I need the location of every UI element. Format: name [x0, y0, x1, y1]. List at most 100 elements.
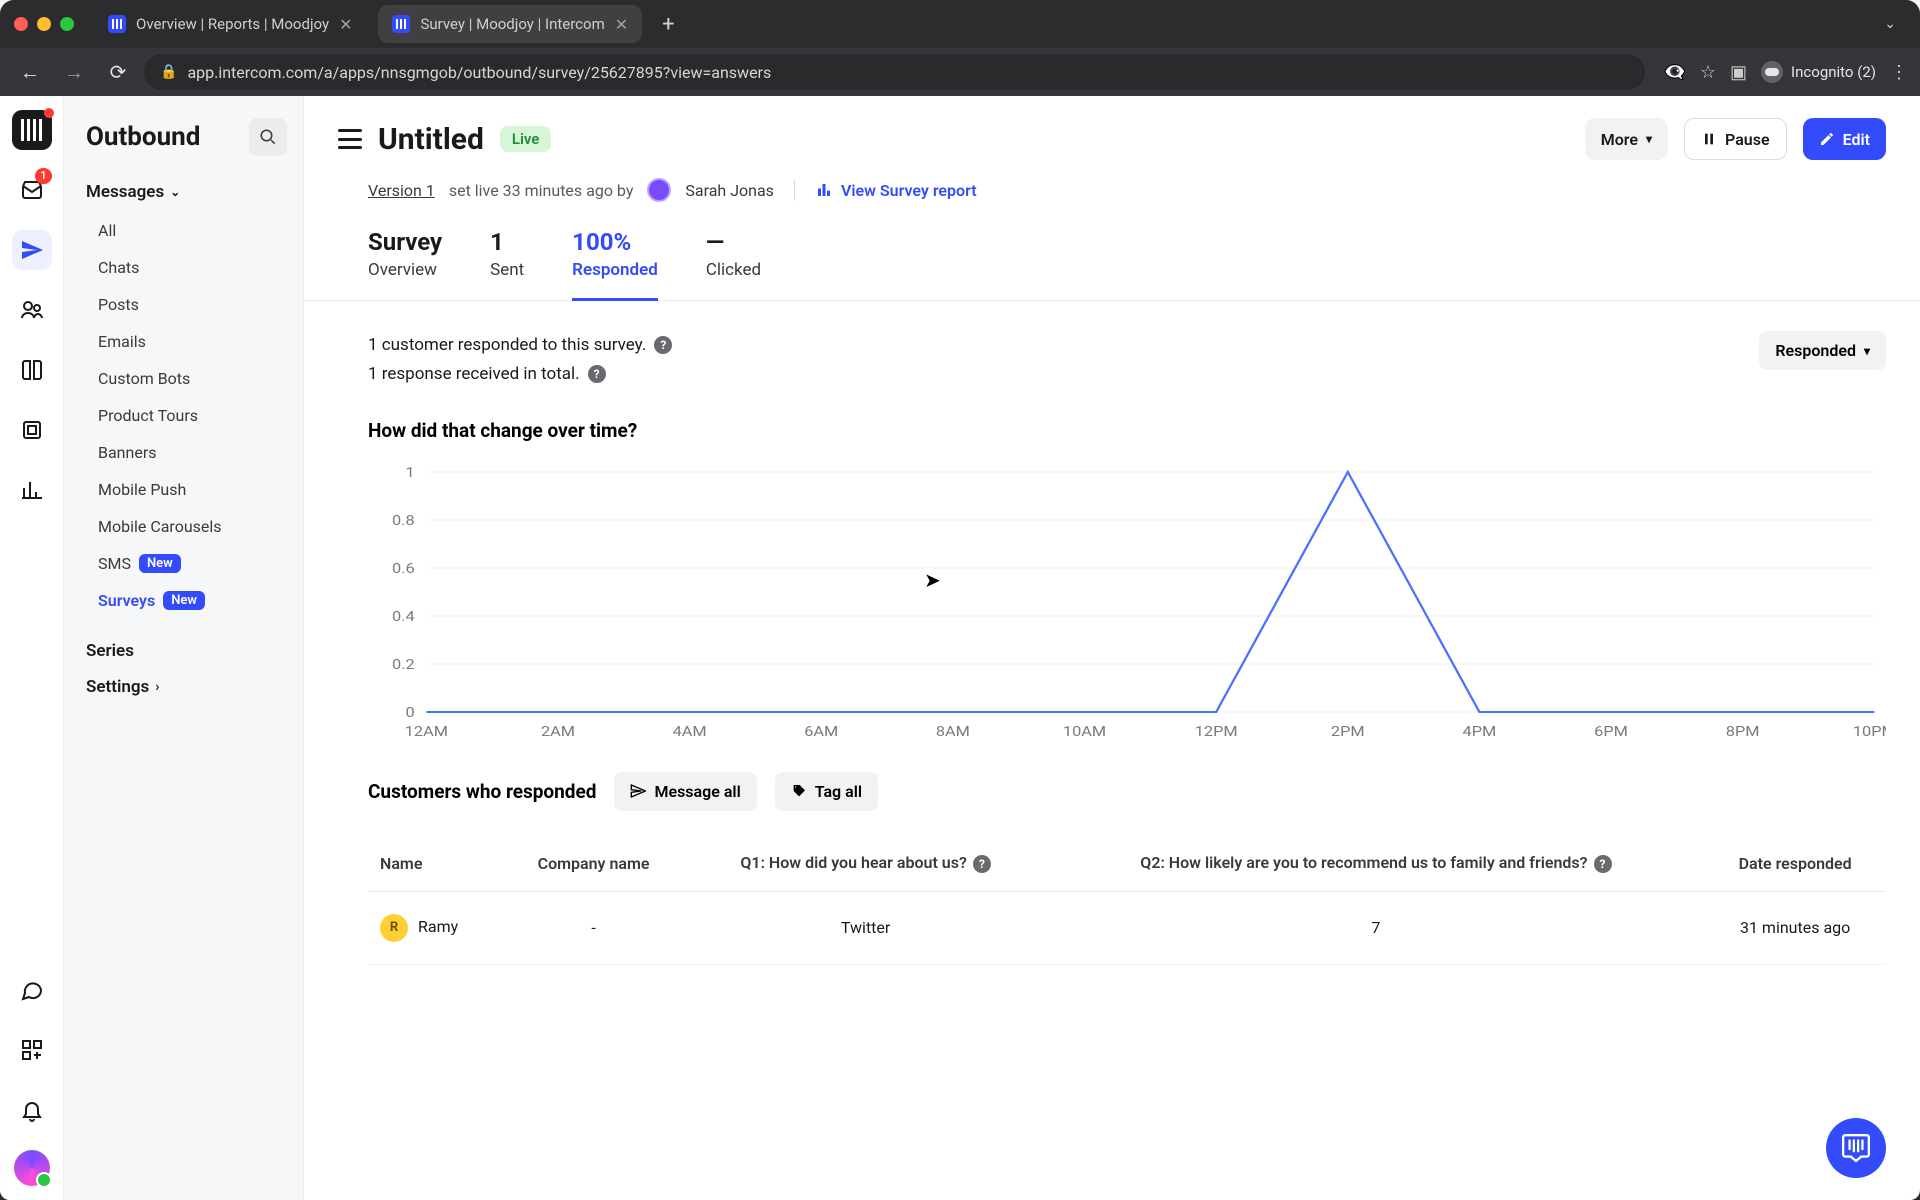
- sidebar-section-settings[interactable]: Settings ›: [86, 677, 293, 697]
- sidebar-messages-list: All Chats Posts Emails Custom Bots Produ…: [86, 212, 293, 619]
- incognito-label: Incognito (2): [1791, 63, 1876, 81]
- pause-button[interactable]: Pause: [1684, 118, 1787, 160]
- sidebar-item-surveys[interactable]: Surveys New: [86, 582, 293, 619]
- responders-title: Customers who responded: [368, 780, 596, 803]
- filter-label: Responded: [1775, 341, 1856, 360]
- tab-close-icon[interactable]: ✕: [339, 15, 352, 34]
- sidebar-item-label: SMS: [98, 554, 131, 573]
- svg-text:8PM: 8PM: [1726, 723, 1760, 740]
- stat-overview[interactable]: Survey Overview: [368, 228, 442, 300]
- sidebar-item-label: Posts: [98, 295, 139, 314]
- rail-outbound[interactable]: [12, 230, 52, 270]
- rail-reports[interactable]: [12, 470, 52, 510]
- stat-value: Survey: [368, 228, 442, 256]
- col-company[interactable]: Company name: [503, 835, 683, 892]
- version-link[interactable]: Version 1: [368, 181, 435, 200]
- tab-favicon: [108, 15, 126, 33]
- url-text: app.intercom.com/a/apps/nnsgmgob/outboun…: [187, 63, 771, 82]
- sidebar-item-product-tours[interactable]: Product Tours: [86, 397, 293, 434]
- rail-articles[interactable]: [12, 350, 52, 390]
- help-icon[interactable]: ?: [588, 365, 606, 383]
- col-q1[interactable]: Q1: How did you hear about us??: [684, 835, 1048, 892]
- rail-messenger[interactable]: [12, 970, 52, 1010]
- sidebar-item-posts[interactable]: Posts: [86, 286, 293, 323]
- tab-favicon: [392, 15, 410, 33]
- help-icon[interactable]: ?: [654, 336, 672, 354]
- browser-menu-icon[interactable]: ⋮: [1890, 62, 1908, 83]
- col-date[interactable]: Date responded: [1704, 835, 1886, 892]
- col-name[interactable]: Name: [368, 835, 503, 892]
- sidebar-item-label: Surveys: [98, 591, 155, 610]
- message-all-button[interactable]: Message all: [614, 772, 756, 811]
- tag-all-button[interactable]: Tag all: [775, 772, 878, 811]
- sidebar-item-label: Banners: [98, 443, 157, 462]
- rail-apps[interactable]: [12, 1030, 52, 1070]
- app-logo[interactable]: [12, 110, 52, 150]
- bookmark-star-icon[interactable]: ☆: [1700, 62, 1716, 83]
- row-q1: Twitter: [684, 891, 1048, 964]
- incognito-indicator[interactable]: Incognito (2): [1761, 61, 1876, 83]
- new-tab-button[interactable]: +: [654, 12, 682, 37]
- help-icon[interactable]: ?: [973, 855, 991, 873]
- eye-off-icon[interactable]: 👁‍🗨: [1663, 62, 1685, 83]
- sidebar-item-sms[interactable]: SMS New: [86, 545, 293, 582]
- sidebar-item-mobile-carousels[interactable]: Mobile Carousels: [86, 508, 293, 545]
- tabs-overflow-button[interactable]: ⌄: [1874, 16, 1906, 32]
- stat-responded[interactable]: 100% Responded: [572, 228, 658, 301]
- stat-label: Responded: [572, 260, 658, 280]
- window-zoom-dot[interactable]: [60, 17, 74, 31]
- sidebar-item-mobile-push[interactable]: Mobile Push: [86, 471, 293, 508]
- sidebar-search-button[interactable]: [249, 118, 287, 156]
- sidebar-item-label: Custom Bots: [98, 369, 190, 388]
- nav-back-button[interactable]: ←: [12, 54, 48, 90]
- sidebar-item-emails[interactable]: Emails: [86, 323, 293, 360]
- stat-clicked[interactable]: — Clicked: [706, 228, 761, 300]
- rail-operator[interactable]: [12, 410, 52, 450]
- stat-sent[interactable]: 1 Sent: [490, 228, 524, 300]
- svg-text:0.2: 0.2: [392, 656, 415, 673]
- responders-header: Customers who responded Message all Tag …: [368, 772, 1886, 811]
- sidebar-item-chats[interactable]: Chats: [86, 249, 293, 286]
- sidebar-item-all[interactable]: All: [86, 212, 293, 249]
- page-title: Untitled: [378, 122, 484, 157]
- nav-forward-button[interactable]: →: [56, 54, 92, 90]
- svg-text:10PM: 10PM: [1853, 723, 1886, 740]
- browser-tab-bar: Overview | Reports | Moodjoy ✕ Survey | …: [0, 0, 1920, 48]
- rail-contacts[interactable]: [12, 290, 52, 330]
- sidebar-section-messages[interactable]: Messages ⌄: [86, 182, 293, 202]
- col-q2[interactable]: Q2: How likely are you to recommend us t…: [1048, 835, 1705, 892]
- rail-notifications[interactable]: [12, 1090, 52, 1130]
- intercom-launcher[interactable]: [1826, 1118, 1886, 1178]
- sidebar-item-custom-bots[interactable]: Custom Bots: [86, 360, 293, 397]
- window-minimize-dot[interactable]: [37, 17, 51, 31]
- row-avatar: R: [380, 914, 408, 942]
- view-report-link[interactable]: View Survey report: [815, 181, 977, 200]
- main-content: Untitled Live More ▾ Pause Edit Version …: [304, 96, 1920, 1200]
- summary-line-1: 1 customer responded to this survey.: [368, 331, 646, 360]
- button-label: Edit: [1843, 130, 1870, 149]
- rail-user-avatar[interactable]: [14, 1150, 50, 1186]
- rail-inbox[interactable]: 1: [12, 170, 52, 210]
- edit-button[interactable]: Edit: [1803, 118, 1886, 160]
- sidebar-toggle-button[interactable]: [338, 129, 362, 149]
- address-field[interactable]: 🔒 app.intercom.com/a/apps/nnsgmgob/outbo…: [144, 54, 1645, 90]
- sidebar-item-label: Emails: [98, 332, 146, 351]
- tab-close-icon[interactable]: ✕: [615, 15, 628, 34]
- panel-icon[interactable]: ▣: [1730, 62, 1747, 83]
- more-button[interactable]: More ▾: [1585, 118, 1668, 160]
- browser-tab-0[interactable]: Overview | Reports | Moodjoy ✕: [94, 5, 366, 43]
- window-close-dot[interactable]: [14, 17, 28, 31]
- filter-dropdown[interactable]: Responded ▾: [1759, 331, 1886, 370]
- sidebar-item-banners[interactable]: Banners: [86, 434, 293, 471]
- nav-reload-button[interactable]: ⟳: [100, 54, 136, 90]
- stat-label: Clicked: [706, 260, 761, 280]
- divider: [794, 179, 795, 201]
- pause-icon: [1701, 131, 1717, 147]
- help-icon[interactable]: ?: [1594, 855, 1612, 873]
- browser-tab-1[interactable]: Survey | Moodjoy | Intercom ✕: [378, 5, 642, 43]
- sidebar-section-series[interactable]: Series: [86, 641, 293, 661]
- stat-value: —: [706, 228, 761, 256]
- responders-table: Name Company name Q1: How did you hear a…: [368, 835, 1886, 965]
- table-row[interactable]: RRamy - Twitter 7 31 minutes ago: [368, 891, 1886, 964]
- svg-text:10AM: 10AM: [1063, 723, 1106, 740]
